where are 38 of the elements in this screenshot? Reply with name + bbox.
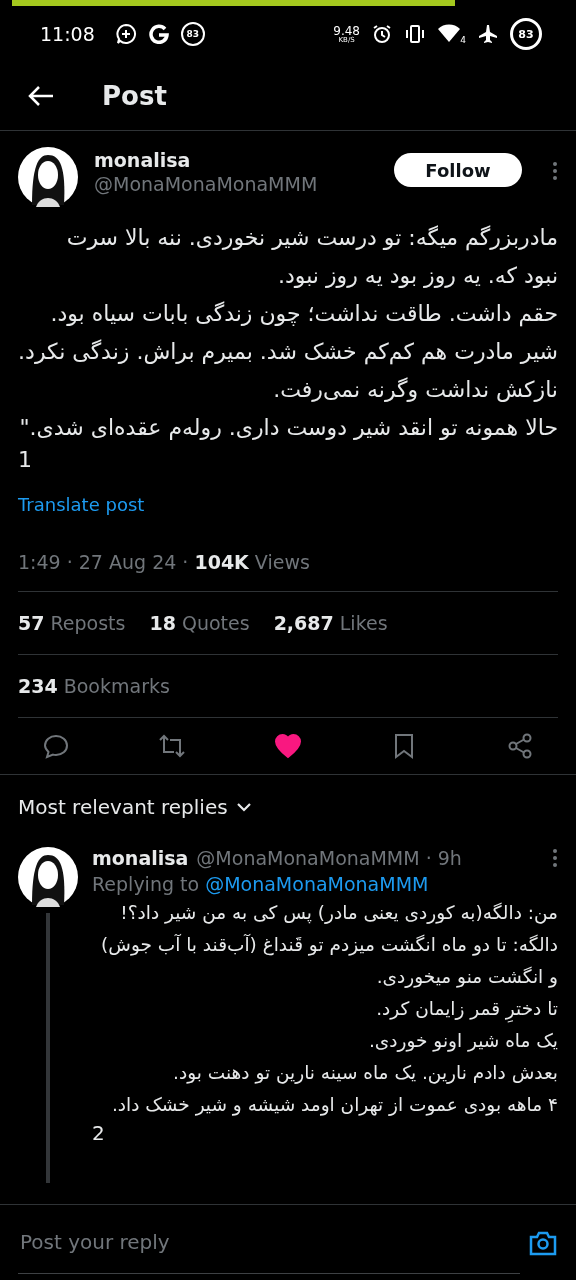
stat-count[interactable]: 57 Reposts: [18, 612, 126, 634]
author-handle[interactable]: @MonaMonaMonaMMM: [94, 173, 378, 195]
share-icon[interactable]: [506, 732, 534, 760]
post-number: 1: [18, 447, 33, 472]
alarm-icon: [372, 24, 392, 44]
post-meta: 1:49 · 27 Aug 24 · 104K Views: [18, 551, 558, 592]
reply-field[interactable]: Post your reply: [18, 1211, 520, 1274]
more-icon[interactable]: [552, 161, 558, 181]
reply-text: من: دالگه(به کوردی یعنی مادر) پس کی به من شیر داد؟! دالگه: تا دو ماه انگشت میزدم تو قَنداغ (آب‌قند با آب جوش) و انگشت منو میخوردی. تا دخترِ قمر زایمان کرد. یک ماه شیر اونو خوردی. بعدش دادم نارین. یک ماه سینه نارین تو دهنت بود. ۴ ماهه بودی عموت از تهران اومد شیشه و شیر خشک داد.: [100, 901, 558, 1118]
chat-add-icon: [114, 23, 137, 45]
follow-button[interactable]: Follow: [394, 153, 522, 187]
avatar: [18, 847, 78, 907]
counter-badge: 83: [180, 22, 205, 46]
post-text: مادربزرگم میگه: تو درست شیر نخوردی. ننه بالا سرت نبود که. یه روز بود یه روز نبود. حقم داشت. طاقت نداشت؛ چون زندگی بابات سیاه بود. شیر مادرت هم کم‌کم خشک شد. بمیرم براش. زندگی نکرد. نازکش نداشت وگرنه نمی‌رفت. حالا همونه تو انقد شیر دوست داری. روله‌م عقده‌ای شدی.": [18, 224, 558, 442]
replying-to: Replying to @MonaMonaMonaMMM: [92, 873, 430, 895]
replies-sort-dropdown[interactable]: Most relevant replies: [0, 775, 576, 839]
battery-indicator: 83: [510, 18, 542, 50]
heart-icon[interactable]: [274, 732, 302, 760]
vibrate-icon: [404, 24, 426, 44]
repost-icon[interactable]: [158, 732, 186, 760]
reply-icon[interactable]: [42, 732, 70, 760]
author-name[interactable]: monalisa: [92, 847, 189, 869]
bookmark-count[interactable]: 234 Bookmarks: [18, 675, 170, 697]
reply-meta: @MonaMonaMonaMMM · 9h: [196, 847, 463, 869]
page-title: Post: [102, 81, 167, 111]
g-icon: [148, 24, 169, 44]
reply-number: 2: [92, 1121, 106, 1145]
clock: 11:08: [40, 23, 95, 45]
translate-link[interactable]: Translate post: [18, 494, 145, 515]
stat-count[interactable]: 2,687 Likes: [273, 612, 388, 634]
stat-count[interactable]: 18 Quotes: [149, 612, 250, 634]
mention-link[interactable]: @MonaMonaMonaMMM: [205, 873, 429, 895]
back-arrow-icon[interactable]: [28, 85, 54, 107]
more-icon[interactable]: [552, 848, 558, 868]
author-name[interactable]: monalisa: [94, 149, 378, 171]
airplane-icon: [478, 24, 498, 44]
chevron-down-icon: [235, 802, 252, 812]
avatar: [18, 147, 78, 207]
